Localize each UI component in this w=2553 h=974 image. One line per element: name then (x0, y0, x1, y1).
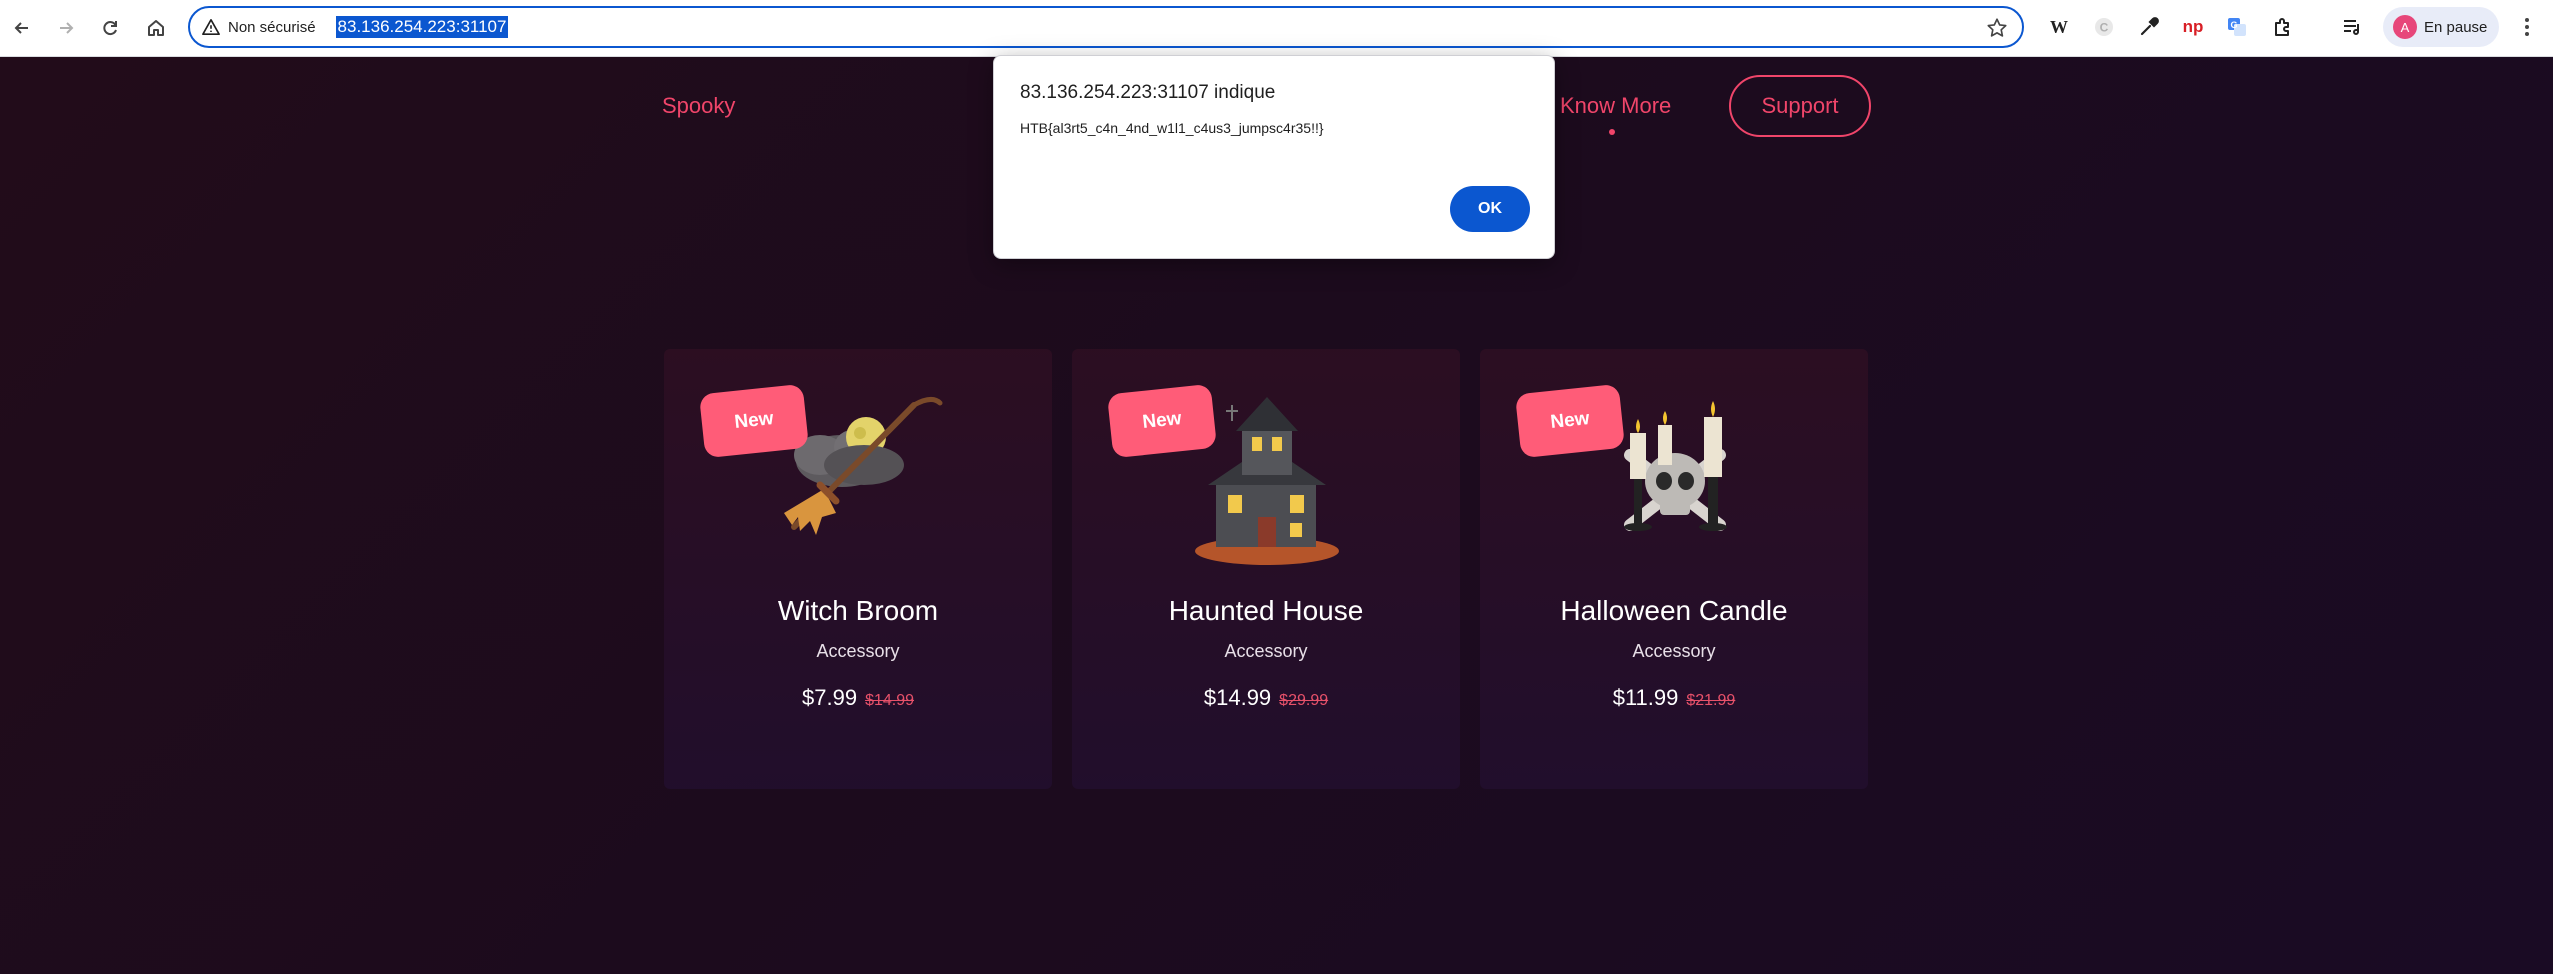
arrow-right-icon (60, 22, 74, 34)
profile-status-label: En pause (2424, 18, 2488, 36)
product-old-price: $14.99 (865, 692, 914, 709)
c-extension-icon[interactable]: C (2089, 12, 2119, 42)
wikipedia-icon[interactable]: W (2044, 12, 2074, 42)
eyedropper-icon[interactable] (2134, 12, 2164, 42)
svg-text:G: G (2230, 20, 2237, 30)
product-name: Haunted House (1168, 595, 1364, 626)
product-card[interactable]: New Halloween Candle Accessory $11.99 $21… (1480, 349, 1868, 789)
home-button[interactable] (138, 10, 174, 46)
product-card[interactable]: New Witch Broom Accessory $7.99 $14.99 (664, 349, 1052, 789)
warning-icon (202, 18, 220, 36)
new-badge: New (698, 383, 810, 459)
alert-message: HTB{al3rt5_c4n_4nd_w1l1_c4us3_jumpsc4r35… (1020, 120, 1324, 136)
url-text[interactable]: 83.136.254.223:31107 (335, 16, 509, 38)
product-prices: $14.99 $29.99 (1072, 685, 1460, 711)
back-button[interactable] (4, 10, 40, 46)
new-badge: New (1514, 383, 1626, 459)
product-category: Accessory (1632, 641, 1716, 661)
security-label: Non sécurisé (228, 18, 316, 36)
product-old-price: $29.99 (1279, 692, 1329, 709)
product-price: $11.99 (1612, 685, 1679, 710)
active-nav-indicator (1609, 129, 1615, 135)
product-category: Accessory (1224, 641, 1308, 661)
product-category: Accessory (816, 641, 900, 661)
reload-icon (103, 21, 117, 36)
product-card[interactable]: New Haunted House Accessory $14.99 $29.99 (1072, 349, 1460, 789)
svg-text:C: C (2100, 21, 2109, 35)
puzzle-icon[interactable] (2268, 12, 2298, 42)
translate-icon[interactable]: G (2222, 12, 2252, 42)
security-indicator[interactable]: Non sécurisé (202, 18, 316, 36)
bookmark-star-icon[interactable] (1986, 17, 2008, 39)
product-old-price: $21.99 (1686, 692, 1736, 709)
new-badge: New (1106, 383, 1218, 459)
np-extension-icon[interactable]: np (2178, 12, 2208, 42)
product-price: $7.99 (802, 685, 858, 710)
profile-chip[interactable]: A En pause (2383, 7, 2499, 47)
support-button[interactable]: Support (1729, 75, 1871, 137)
more-menu-icon[interactable] (2512, 12, 2542, 42)
reading-list-icon[interactable] (2337, 12, 2367, 42)
nav-know-more[interactable]: Know More (1560, 93, 1671, 119)
browser-toolbar: Non sécurisé 83.136.254.223:31107 W C np… (0, 0, 2553, 57)
home-icon (148, 20, 164, 36)
reload-button[interactable] (92, 10, 128, 46)
address-bar[interactable]: Non sécurisé 83.136.254.223:31107 (188, 6, 2024, 48)
alert-dialog: 83.136.254.223:31107 indique HTB{al3rt5_… (993, 55, 1555, 259)
product-prices: $11.99 $21.99 (1480, 685, 1868, 711)
forward-button[interactable] (48, 10, 84, 46)
product-prices: $7.99 $14.99 (664, 685, 1052, 711)
arrow-left-icon (14, 22, 28, 34)
alert-title: 83.136.254.223:31107 indique (1020, 82, 1276, 103)
avatar: A (2393, 15, 2417, 39)
product-name: Halloween Candle (1560, 595, 1788, 626)
product-name: Witch Broom (777, 595, 939, 626)
product-price: $14.99 (1203, 685, 1272, 710)
brand-link[interactable]: Spooky (662, 93, 735, 119)
alert-ok-button[interactable]: OK (1450, 186, 1530, 232)
